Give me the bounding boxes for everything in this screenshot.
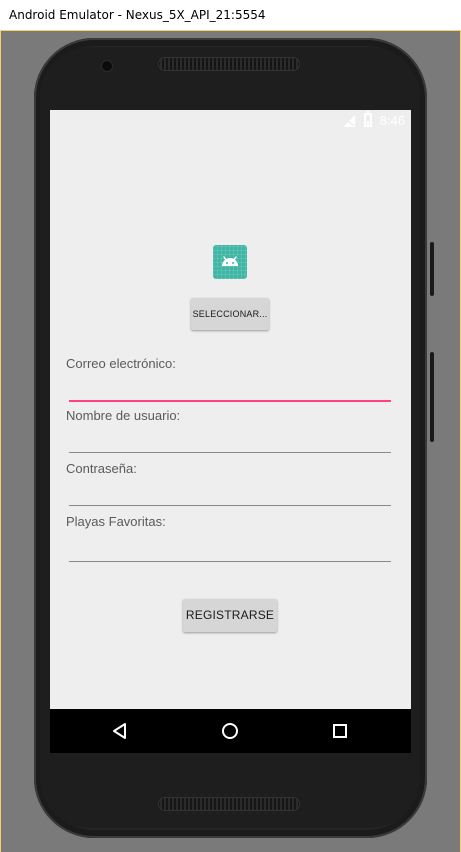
window-titlebar: Android Emulator - Nexus_5X_API_21:5554	[0, 0, 461, 31]
profile-image	[213, 245, 247, 279]
android-icon	[222, 256, 238, 266]
password-label: Contraseña:	[66, 461, 137, 476]
power-button[interactable]	[430, 242, 434, 296]
top-speaker	[158, 57, 300, 71]
favorite-beaches-label: Playas Favoritas:	[66, 514, 166, 529]
favorite-beaches-field[interactable]	[69, 539, 391, 562]
password-field[interactable]	[69, 483, 391, 506]
email-label: Correo electrónico:	[66, 356, 176, 371]
window-frame-left	[0, 31, 1, 852]
phone-screen: 8:46 SELECCIONAR... Correo electrónico: …	[50, 110, 411, 753]
no-signal-icon	[343, 115, 355, 127]
home-icon[interactable]	[218, 719, 242, 743]
recents-icon[interactable]	[328, 719, 352, 743]
window-title: Android Emulator - Nexus_5X_API_21:5554	[9, 8, 266, 22]
register-button[interactable]: REGISTRARSE	[183, 599, 277, 632]
email-field[interactable]	[69, 378, 391, 402]
volume-button[interactable]	[430, 352, 434, 442]
select-image-button[interactable]: SELECCIONAR...	[191, 298, 269, 330]
front-camera	[102, 61, 112, 71]
bottom-speaker	[158, 797, 300, 811]
username-field[interactable]	[69, 430, 391, 453]
status-bar: 8:46	[50, 110, 411, 132]
status-time: 8:46	[379, 113, 405, 128]
battery-icon	[364, 111, 372, 127]
username-label: Nombre de usuario:	[66, 408, 181, 423]
navigation-bar	[50, 709, 411, 753]
back-icon[interactable]	[108, 719, 132, 743]
